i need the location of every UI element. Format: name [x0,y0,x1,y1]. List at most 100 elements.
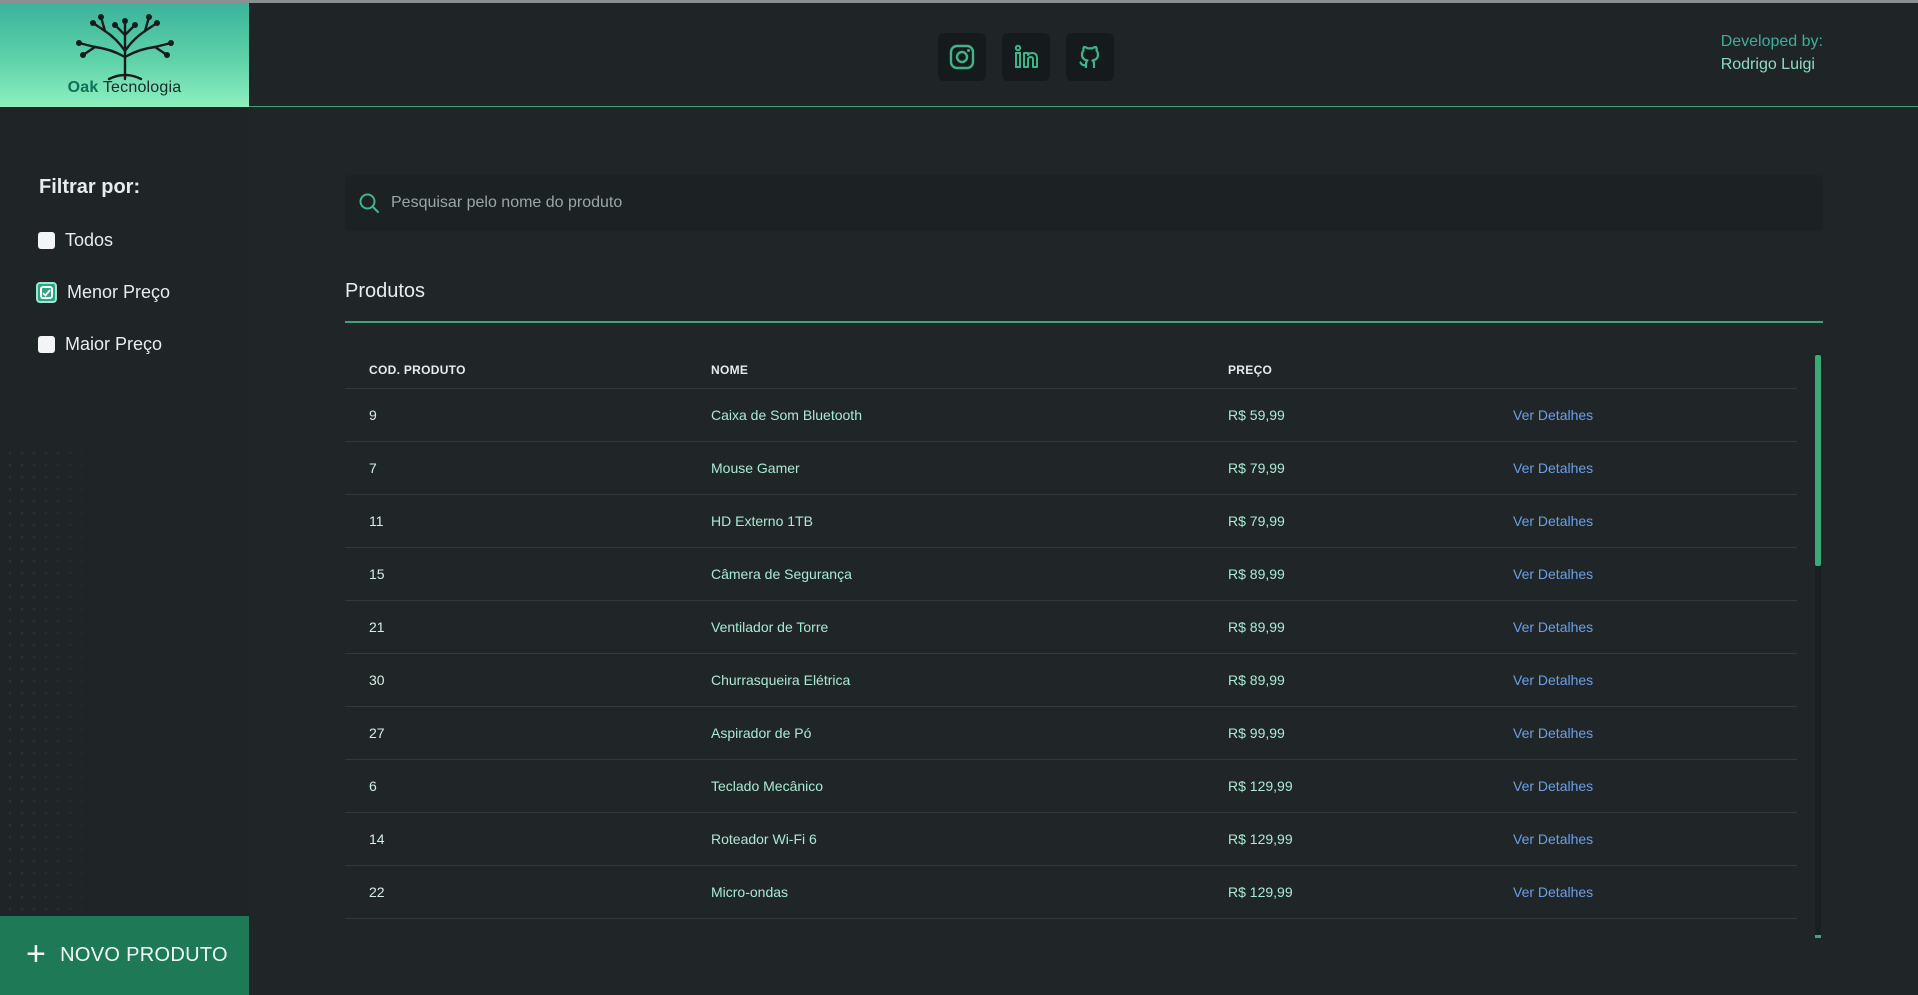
product-price: R$ 59,99 [1204,388,1489,442]
view-details-link[interactable]: Ver Detalhes [1513,937,1593,939]
product-actions: Ver Detalhes [1489,706,1797,760]
product-actions: Ver Detalhes [1489,653,1797,707]
table-row[interactable]: 15 Câmera de Segurança R$ 89,99 Ver Detalhe… [345,547,1797,601]
filter-menor-preco-checkbox[interactable] [36,282,57,303]
product-name: Churrasqueira Elétrica [687,653,1204,707]
developer-name: Rodrigo Luigi [1720,56,1815,73]
table-row[interactable]: 21 Ventilador de Torre R$ 89,99 Ver Detalhe… [345,600,1797,654]
developer-credit: Developed by: Rodrigo Luigi [1721,33,1823,74]
view-details-link[interactable]: Ver Detalhes [1513,407,1593,423]
product-price: R$ 99,99 [1204,706,1489,760]
view-details-link[interactable]: Ver Detalhes [1513,460,1593,476]
product-code: 11 [345,494,687,548]
view-details-link[interactable]: Ver Detalhes [1513,778,1593,794]
product-price: R$ 129,99 [1204,865,1489,919]
instagram-icon [949,44,975,70]
table-row[interactable]: 6 Teclado Mecânico R$ 129,99 Ver Detalhes [345,759,1797,813]
filter-todos-checkbox[interactable] [38,232,55,249]
column-header-price[interactable]: PREÇO [1204,353,1489,389]
product-name: Roteador Wi-Fi 6 [687,812,1204,866]
product-name: Micro-ondas [687,865,1204,919]
product-name: Mouse Gamer [687,441,1204,495]
filter-todos-label: Todos [65,230,114,250]
view-details-link[interactable]: Ver Detalhes [1513,831,1593,847]
product-actions: Ver Detalhes [1489,865,1797,919]
github-link[interactable] [1066,33,1114,81]
column-header-name[interactable]: NOME [687,353,1204,389]
product-price: R$ 149,99 [1204,918,1489,938]
view-details-link[interactable]: Ver Detalhes [1513,884,1593,900]
product-actions: Ver Detalhes [1489,494,1797,548]
product-name: HD Externo 1TB [687,494,1204,548]
table-scrollbar[interactable] [1815,353,1821,938]
instagram-link[interactable] [938,33,986,81]
filter-title: Filtrar por: [39,176,141,198]
view-details-link[interactable]: Ver Detalhes [1513,513,1593,529]
product-actions: Ver Detalhes [1489,388,1797,442]
filter-maior-preco-label: Maior Preço [65,334,163,354]
products-divider [345,321,1823,323]
product-price: R$ 89,99 [1204,547,1489,601]
product-code: 21 [345,600,687,654]
search-bar[interactable] [345,175,1823,231]
table-row[interactable]: 22 Micro-ondas R$ 129,99 Ver Detalhes [345,865,1797,919]
table-row[interactable]: 11 HD Externo 1TB R$ 79,99 Ver Detalhes [345,494,1797,548]
table-row[interactable]: 27 Aspirador de Pó R$ 99,99 Ver Detalhes [345,706,1797,760]
brand-name: Oak Tecnologia [68,79,182,97]
github-icon [1079,45,1100,68]
filter-todos[interactable]: Todos [38,230,113,251]
product-price: R$ 89,99 [1204,653,1489,707]
products-table: COD. PRODUTO NOME PREÇO 9 Caixa de Som Bl… [345,353,1797,938]
tree-icon [75,14,174,81]
product-code: 22 [345,865,687,919]
app-root: Oak Tecnologia Filtrar por: Todos Menor … [0,0,1918,995]
product-code: 6 [345,759,687,813]
linkedin-icon [1014,44,1038,68]
table-row[interactable]: 30 Churrasqueira Elétrica R$ 89,99 Ver Deta… [345,653,1797,707]
table-row[interactable]: 7 Mouse Gamer R$ 79,99 Ver Detalhes [345,441,1797,495]
products-title: Produtos [345,280,426,302]
filter-menor-preco-label: Menor Preço [67,282,171,302]
social-links [938,33,1114,81]
product-actions: Ver Detalhes [1489,759,1797,813]
column-header-code[interactable]: COD. PRODUTO [345,353,687,389]
table-row[interactable]: 14 Roteador Wi-Fi 6 R$ 129,99 Ver Detalhes [345,812,1797,866]
new-product-label: NOVO PRODUTO [60,944,228,966]
product-actions: Ver Detalhes [1489,441,1797,495]
product-name: Teclado Mecânico [687,759,1204,813]
product-code: 13 [345,918,687,938]
filter-maior-preco-checkbox[interactable] [38,336,55,353]
search-input[interactable] [391,194,1823,212]
table-row[interactable]: 13Impressora MultifuncionalR$ 149,99 Ver … [345,918,1797,938]
brand-logo[interactable]: Oak Tecnologia [0,3,249,107]
view-details-link[interactable]: Ver Detalhes [1513,672,1593,688]
product-name: Impressora Multifuncional [687,918,1204,938]
product-actions: Ver Detalhes [1489,547,1797,601]
product-code: 30 [345,653,687,707]
product-code: 7 [345,441,687,495]
product-price: R$ 129,99 [1204,759,1489,813]
product-price: R$ 79,99 [1204,494,1489,548]
product-actions: Ver Detalhes [1489,600,1797,654]
view-details-link[interactable]: Ver Detalhes [1513,725,1593,741]
filter-menor-preco[interactable]: Menor Preço [36,282,171,303]
new-product-button[interactable]: + NOVO PRODUTO [0,916,249,995]
scrollbar-thumb[interactable] [1815,355,1821,566]
product-price: R$ 79,99 [1204,441,1489,495]
product-code: 14 [345,812,687,866]
sidebar: Oak Tecnologia Filtrar por: Todos Menor … [0,3,249,995]
check-icon [40,286,53,299]
filter-maior-preco[interactable]: Maior Preço [38,334,162,355]
scrollbar-end-marker [1815,935,1821,938]
table-row[interactable]: 9 Caixa de Som Bluetooth R$ 59,99 Ver Detal… [345,388,1797,442]
product-actions: Ver Detalhes [1489,918,1797,938]
brand-name-rest: Tecnologia [102,79,182,96]
view-details-link[interactable]: Ver Detalhes [1513,566,1593,582]
view-details-link[interactable]: Ver Detalhes [1513,619,1593,635]
linkedin-link[interactable] [1002,33,1050,81]
product-price: R$ 89,99 [1204,600,1489,654]
product-name: Caixa de Som Bluetooth [687,388,1204,442]
column-header-actions [1489,353,1797,389]
product-actions: Ver Detalhes [1489,812,1797,866]
products-table-container[interactable]: COD. PRODUTO NOME PREÇO 9 Caixa de Som Bl… [345,353,1797,938]
